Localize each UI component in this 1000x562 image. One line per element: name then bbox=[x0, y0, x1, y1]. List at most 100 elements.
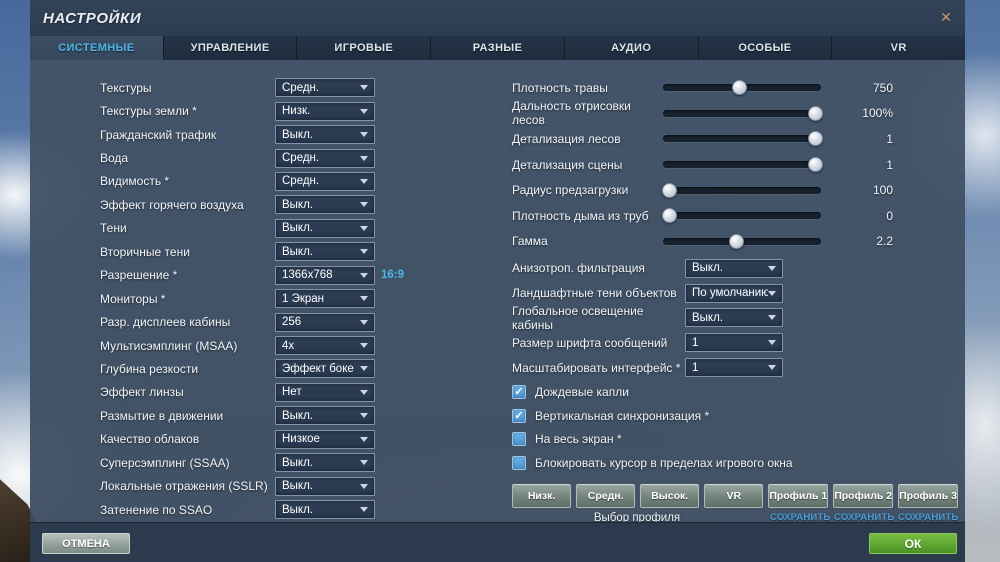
profile-preset-button[interactable]: Высок. bbox=[640, 484, 700, 508]
setting-row: Разр. дисплеев кабины 256 bbox=[100, 310, 375, 333]
setting-label: Вторичные тени bbox=[100, 244, 190, 259]
setting-row: Ландшафтные тени объектов По умолчанию bbox=[512, 281, 893, 306]
dropdown[interactable]: Средн. bbox=[275, 78, 375, 98]
tab-item[interactable]: ОСОБЫЕ bbox=[698, 36, 833, 60]
dropdown[interactable]: Выкл. bbox=[275, 242, 375, 262]
dropdown[interactable]: Низкое bbox=[275, 429, 375, 449]
dropdown-value: Нет bbox=[282, 386, 302, 399]
slider-handle[interactable] bbox=[662, 182, 678, 198]
dropdown[interactable]: Выкл. bbox=[275, 125, 375, 145]
setting-row: Размытие в движении Выкл. bbox=[100, 404, 375, 427]
dropdown[interactable]: 1 bbox=[685, 333, 783, 353]
dropdown[interactable]: Средн. bbox=[275, 171, 375, 191]
slider[interactable] bbox=[663, 80, 821, 96]
tab-item[interactable]: АУДИО bbox=[564, 36, 699, 60]
profile-preset-button[interactable]: Профиль 1 bbox=[768, 484, 829, 508]
setting-label: Разр. дисплеев кабины bbox=[100, 315, 231, 330]
dropdown-value: Выкл. bbox=[282, 480, 314, 493]
checkbox[interactable] bbox=[512, 432, 526, 447]
slider-handle[interactable] bbox=[807, 157, 823, 173]
setting-label: Мультисэмплинг (MSAA) bbox=[100, 338, 238, 353]
slider[interactable] bbox=[663, 233, 821, 249]
checkbox-label: Блокировать курсор в пределах игрового о… bbox=[535, 456, 793, 471]
setting-label: Тени bbox=[100, 221, 127, 236]
slider[interactable] bbox=[662, 208, 821, 224]
dropdown[interactable]: Низк. bbox=[275, 101, 375, 121]
dropdown[interactable]: Выкл. bbox=[685, 308, 783, 328]
dropdown[interactable]: Выкл. bbox=[275, 218, 375, 238]
checkbox-label: На весь экран * bbox=[535, 432, 622, 447]
slider-value: 1 bbox=[886, 157, 893, 172]
slider-value: 100 bbox=[872, 183, 893, 198]
cancel-button[interactable]: ОТМЕНА bbox=[42, 533, 130, 554]
setting-label: Разрешение * bbox=[100, 268, 178, 283]
setting-label: Размер шрифта сообщений bbox=[512, 335, 668, 350]
chevron-down-icon bbox=[768, 265, 776, 271]
setting-label: Видимость * bbox=[100, 174, 170, 189]
tab-item[interactable]: VR bbox=[832, 36, 966, 60]
dropdown[interactable]: Средн. bbox=[275, 148, 375, 168]
slider[interactable] bbox=[663, 131, 823, 147]
tab-item[interactable]: РАЗНЫЕ bbox=[431, 36, 565, 60]
dropdown[interactable]: 1 Экран bbox=[275, 289, 375, 309]
slider-label: Гамма bbox=[512, 234, 548, 249]
slider-value: 2.2 bbox=[876, 234, 893, 249]
titlebar: НАСТРОЙКИ ✕ bbox=[30, 0, 965, 36]
setting-label: Затенение по SSAO bbox=[100, 502, 213, 517]
dropdown[interactable]: Выкл. bbox=[275, 195, 375, 215]
checkbox[interactable]: ✓ bbox=[512, 384, 526, 399]
slider-handle[interactable] bbox=[728, 233, 744, 249]
right-dropdowns-column: Анизотроп. фильтрация Выкл. Ландшафтные те… bbox=[512, 256, 893, 380]
aspect-ratio-note: 16:9 bbox=[381, 269, 405, 282]
slider-handle[interactable] bbox=[807, 105, 823, 121]
setting-label: Размытие в движении bbox=[100, 408, 224, 423]
slider-handle[interactable] bbox=[731, 80, 747, 96]
dropdown[interactable]: 1366x768 bbox=[275, 265, 375, 285]
profile-preset-button[interactable]: Профиль 3 bbox=[898, 484, 959, 508]
slider-label: Детализация лесов bbox=[512, 131, 621, 146]
dropdown[interactable]: Нет bbox=[275, 382, 375, 402]
setting-label: Масштабировать интерфейс * bbox=[512, 360, 681, 375]
dropdown[interactable]: Выкл. bbox=[685, 258, 783, 278]
checkbox-row[interactable]: Блокировать курсор в пределах игрового о… bbox=[512, 451, 932, 475]
setting-label: Мониторы * bbox=[100, 291, 166, 306]
profile-preset-button[interactable]: Профиль 2 bbox=[833, 484, 894, 508]
dropdown[interactable]: Выкл. bbox=[275, 500, 375, 520]
slider[interactable] bbox=[663, 105, 823, 121]
tab-item[interactable]: СИСТЕМНЫЕ bbox=[30, 36, 164, 60]
dropdown[interactable]: Выкл. bbox=[275, 453, 375, 473]
profile-preset-button[interactable]: VR bbox=[704, 484, 764, 508]
profile-preset-button[interactable]: Средн. bbox=[576, 484, 636, 508]
ok-button[interactable]: ОК bbox=[869, 533, 957, 554]
dropdown[interactable]: Эффект боке bbox=[275, 359, 375, 379]
dropdown[interactable]: 1 bbox=[685, 358, 783, 378]
slider[interactable] bbox=[662, 182, 821, 198]
checkbox-row[interactable]: На весь экран * bbox=[512, 428, 932, 452]
slider[interactable] bbox=[663, 157, 823, 173]
dropdown-value: Выкл. bbox=[282, 222, 314, 235]
chevron-down-icon bbox=[360, 132, 368, 138]
dropdown[interactable]: 256 bbox=[275, 312, 375, 332]
slider-value: 100% bbox=[862, 106, 893, 121]
checkbox-row[interactable]: ✓ Дождевые капли bbox=[512, 380, 932, 404]
chevron-down-icon bbox=[360, 202, 368, 208]
close-icon[interactable]: ✕ bbox=[937, 8, 955, 26]
dropdown[interactable]: Выкл. bbox=[275, 406, 375, 426]
tab-item[interactable]: ИГРОВЫЕ bbox=[297, 36, 432, 60]
checkbox-row[interactable]: ✓ Вертикальная синхронизация * bbox=[512, 404, 932, 428]
profile-preset-button[interactable]: Низк. bbox=[512, 484, 572, 508]
slider-handle[interactable] bbox=[662, 208, 678, 224]
tab-item[interactable]: УПРАВЛЕНИЕ bbox=[163, 36, 298, 60]
setting-row: Тени Выкл. bbox=[100, 217, 375, 240]
dropdown-value: Средн. bbox=[282, 152, 320, 165]
dropdown-value: Выкл. bbox=[692, 311, 724, 324]
checkbox[interactable]: ✓ bbox=[512, 408, 526, 423]
chevron-down-icon bbox=[360, 296, 368, 302]
dropdown[interactable]: Выкл. bbox=[275, 476, 375, 496]
dropdown-value: Средн. bbox=[282, 81, 320, 94]
chevron-down-icon bbox=[768, 315, 776, 321]
checkbox[interactable] bbox=[512, 456, 526, 471]
dropdown-value: По умолчанию bbox=[692, 287, 768, 300]
dropdown[interactable]: 4x bbox=[275, 336, 375, 356]
dropdown[interactable]: По умолчанию bbox=[685, 283, 783, 303]
